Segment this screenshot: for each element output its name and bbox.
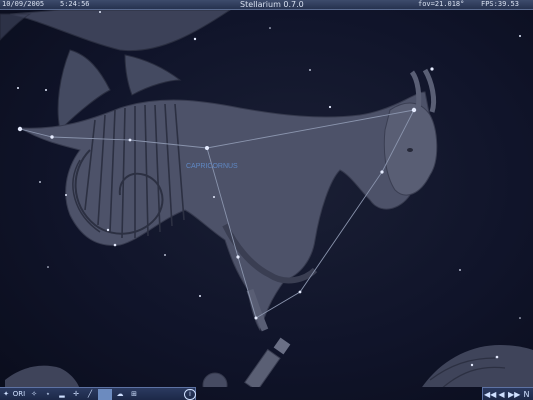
constellation-lines-icon[interactable]: ╱	[84, 389, 96, 400]
rewind-button[interactable]: ◀◀	[484, 389, 496, 400]
sky-view[interactable]: CAPRICORNUS	[0, 10, 533, 387]
north-button[interactable]: N	[521, 389, 532, 400]
date-display: 10/09/2005	[2, 0, 45, 8]
grid-icon[interactable]: ⊞	[128, 389, 140, 400]
stellarium-window: 10/09/2005 5:24:56 Stellarium 0.7.0 fov=…	[0, 0, 533, 400]
ori-button[interactable]: ORI	[12, 389, 26, 400]
app-title: Stellarium 0.7.0	[240, 0, 304, 9]
info-icon[interactable]: i	[184, 389, 196, 400]
constellation-art-icon[interactable]	[98, 389, 112, 400]
telescope-icon[interactable]: ✧	[28, 389, 40, 400]
bottom-toolbar: ✦ ORI ✧ ⋆ ▂ ✛ ╱ ☁ ⊞ i	[0, 387, 196, 400]
top-status-bar: 10/09/2005 5:24:56 Stellarium 0.7.0 fov=…	[0, 0, 533, 10]
constellation-art-microscopium	[5, 337, 291, 387]
fps-display: FPS:39.53	[481, 0, 519, 8]
fast-forward-button[interactable]: ▶▶	[508, 389, 520, 400]
time-navigation-bar: ◀◀ ◀ ▶▶ N	[482, 387, 533, 400]
back-button[interactable]: ◀	[496, 389, 507, 400]
landscape-icon[interactable]: ▂	[56, 389, 68, 400]
star-icon[interactable]: ⋆	[42, 389, 54, 400]
compass-icon[interactable]: ✦	[1, 389, 11, 400]
constellation-art-fish-bottom-right	[422, 345, 533, 387]
atmosphere-icon[interactable]: ☁	[114, 389, 126, 400]
constellation-art-capricornus	[19, 49, 438, 332]
constellation-label: CAPRICORNUS	[186, 163, 238, 170]
constellation-art-fish-top-left	[0, 10, 231, 52]
time-display: 5:24:56	[60, 0, 90, 8]
cardinal-icon[interactable]: ✛	[70, 389, 82, 400]
fov-display: fov=21.018°	[418, 0, 465, 8]
